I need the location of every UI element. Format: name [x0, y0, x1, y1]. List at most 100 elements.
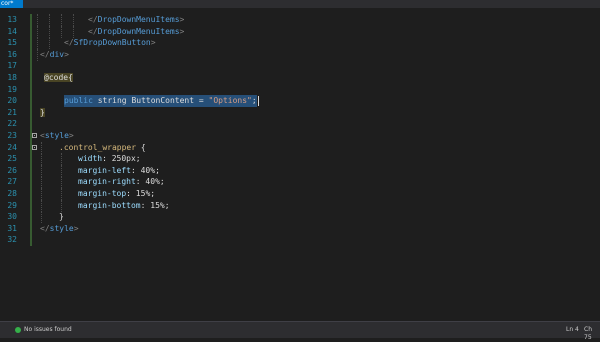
- code-line[interactable]: 26 margin-left: 40%;: [0, 164, 600, 177]
- indent-guide: [49, 37, 50, 50]
- code-token: }: [40, 107, 45, 117]
- issues-status[interactable]: No issues found: [24, 326, 72, 334]
- indent-guide: [41, 153, 42, 166]
- code-text[interactable]: }: [59, 211, 64, 223]
- collapse-toggle-icon[interactable]: [32, 144, 37, 150]
- indent-guide: [41, 211, 42, 224]
- code-text[interactable]: .control_wrapper {: [59, 142, 146, 154]
- code-text[interactable]: </DropDownMenuItems>: [88, 14, 184, 26]
- indent-guide: [61, 164, 62, 177]
- code-token: </: [40, 223, 50, 233]
- tab-bar: cor*: [0, 0, 600, 8]
- code-line[interactable]: 14 </DropDownMenuItems>: [0, 25, 600, 38]
- code-text[interactable]: </div>: [40, 49, 69, 61]
- line-number: 16: [7, 49, 17, 59]
- indent-guide: [49, 25, 50, 38]
- code-token: style: [49, 223, 74, 233]
- code-token: >: [73, 223, 79, 233]
- code-token: SfDropDownButton: [73, 38, 151, 48]
- code-line[interactable]: 21}: [0, 107, 600, 119]
- code-line[interactable]: 29 margin-bottom: 15%;: [0, 199, 600, 212]
- indent-guide: [41, 188, 42, 200]
- code-token: @code{: [44, 73, 73, 82]
- code-token: style: [44, 131, 69, 140]
- code-token: : 15%;: [126, 189, 156, 198]
- code-token: margin-left: [78, 165, 131, 175]
- code-token: string: [92, 96, 132, 106]
- code-token: : 40%;: [135, 177, 165, 187]
- code-text[interactable]: <style>: [40, 130, 74, 142]
- collapse-toggle-icon[interactable]: [32, 133, 37, 138]
- code-text[interactable]: margin-top: 15%;: [78, 188, 155, 200]
- code-text[interactable]: </style>: [40, 223, 79, 235]
- indent-guide: [41, 141, 42, 154]
- tab-document[interactable]: cor*: [0, 0, 23, 8]
- check-circle-icon[interactable]: [15, 327, 21, 333]
- indent-guide: [61, 25, 62, 38]
- indent-guide: [41, 176, 42, 189]
- line-number: 30: [7, 212, 17, 222]
- code-line[interactable]: 23 <style>: [0, 130, 600, 142]
- code-editor[interactable]: 13 </DropDownMenuItems> 14 </DropDownMenuIt…: [0, 14, 600, 320]
- code-text[interactable]: public string ButtonContent = "Options";: [64, 95, 257, 108]
- code-line[interactable]: 28 margin-top: 15%;: [0, 188, 600, 200]
- code-token: DropDownMenuItems: [97, 15, 180, 24]
- indent-guide: [73, 25, 74, 38]
- code-line[interactable]: 30}: [0, 211, 600, 224]
- code-token: width: [78, 154, 103, 164]
- code-text[interactable]: margin-left: 40%;: [78, 165, 160, 177]
- line-number: 17: [7, 61, 17, 71]
- line-number: 29: [7, 200, 17, 210]
- line-number: 28: [7, 189, 17, 198]
- code-token: >: [68, 131, 74, 140]
- code-line[interactable]: 16 </div>: [0, 48, 600, 61]
- code-line[interactable]: 32: [0, 234, 600, 246]
- code-text[interactable]: }: [40, 107, 45, 119]
- code-line[interactable]: 18 @code{: [0, 72, 600, 84]
- code-line[interactable]: 20 public string ButtonContent = "Options…: [0, 95, 600, 108]
- code-token: : 250px;: [102, 154, 141, 164]
- code-line[interactable]: 22: [0, 118, 600, 130]
- code-token: >: [179, 15, 185, 24]
- indent-guide: [61, 176, 62, 189]
- line-number: 15: [7, 38, 17, 48]
- code-token: : 40%;: [130, 165, 160, 175]
- indent-guide: [37, 37, 38, 50]
- code-text[interactable]: margin-right: 40%;: [78, 176, 165, 188]
- code-line[interactable]: 31 </style>: [0, 223, 600, 235]
- line-indicator[interactable]: Ln 4: [566, 326, 579, 334]
- code-text[interactable]: </SfDropDownButton>: [64, 37, 156, 49]
- line-number: 31: [7, 223, 17, 233]
- line-number: 18: [7, 73, 17, 82]
- code-token: margin-top: [78, 189, 127, 198]
- code-token: div: [49, 49, 65, 59]
- line-number: 21: [7, 107, 17, 117]
- char-indicator[interactable]: Ch 75: [584, 326, 600, 342]
- line-number: 25: [7, 154, 17, 164]
- code-token: </: [40, 49, 50, 59]
- code-line[interactable]: 25 width: 250px;: [0, 153, 600, 166]
- code-line[interactable]: 17: [0, 60, 600, 72]
- code-line[interactable]: 27 margin-right: 40%;: [0, 176, 600, 189]
- code-text[interactable]: </DropDownMenuItems>: [88, 26, 184, 38]
- code-token: </: [64, 38, 74, 48]
- indent-guide: [61, 199, 62, 212]
- indent-guide: [37, 25, 38, 38]
- indent-guide: [49, 14, 50, 26]
- indent-guide: [61, 153, 62, 166]
- code-line[interactable]: 19: [0, 84, 600, 96]
- code-text[interactable]: margin-bottom: 15%;: [78, 200, 170, 212]
- code-token: >: [64, 49, 69, 59]
- code-token: margin-right: [78, 177, 136, 187]
- code-text[interactable]: width: 250px;: [78, 153, 141, 165]
- line-number: 22: [7, 119, 17, 129]
- code-line[interactable]: 24 .control_wrapper {: [0, 141, 600, 154]
- code-line[interactable]: 13 </DropDownMenuItems>: [0, 14, 600, 26]
- code-token: }: [59, 212, 64, 222]
- code-text[interactable]: @code{: [44, 72, 73, 84]
- line-number: 14: [7, 26, 17, 36]
- code-line[interactable]: 15 </SfDropDownButton>: [0, 37, 600, 50]
- line-number: 32: [7, 235, 17, 245]
- code-token: "Options": [208, 96, 252, 106]
- code-token: DropDownMenuItems: [97, 26, 180, 36]
